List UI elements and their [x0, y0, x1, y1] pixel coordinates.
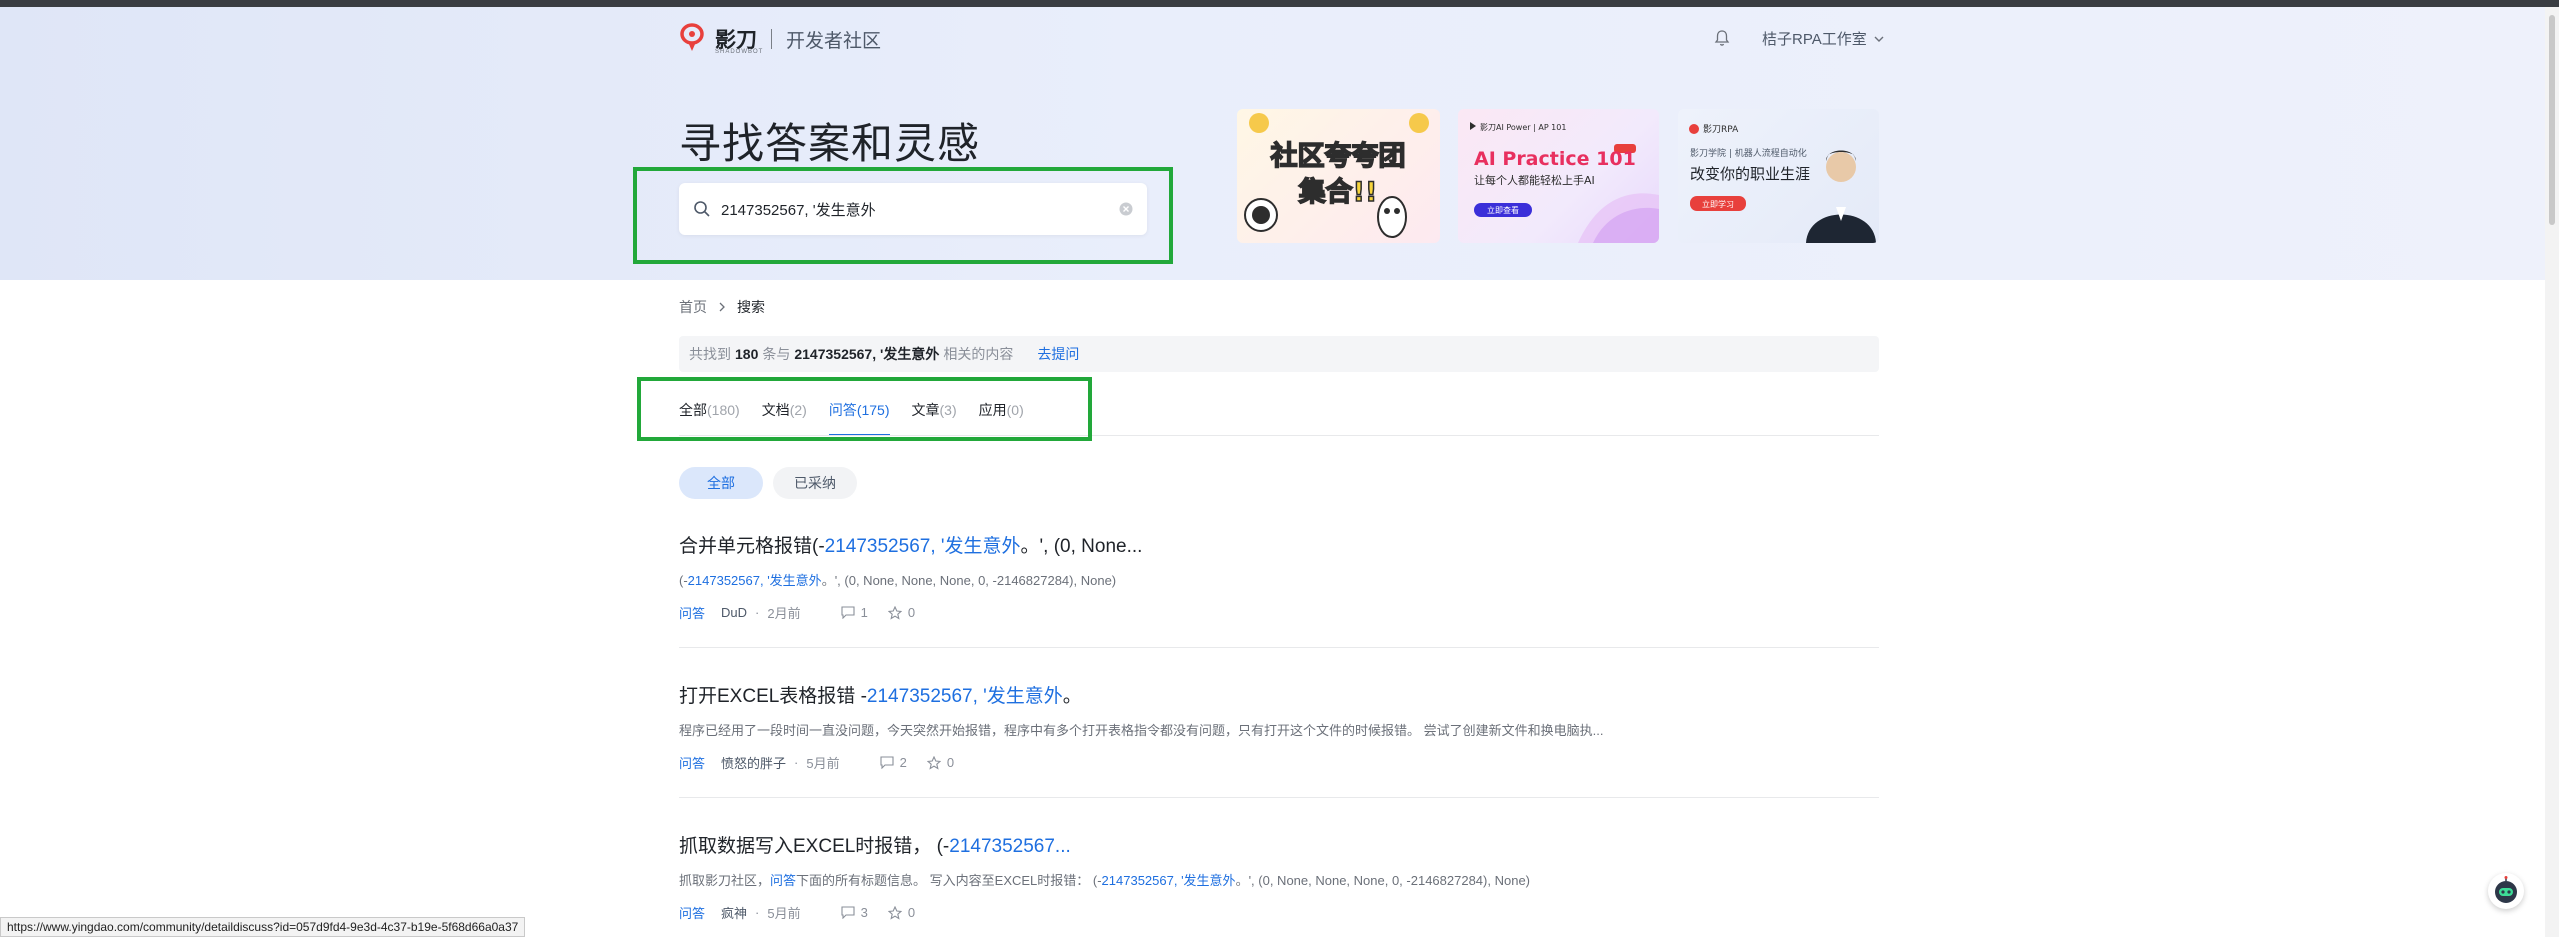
- result-summary: 程序已经用了一段时间一直没问题，今天突然开始报错，程序中有多个打开表格指令都没有…: [679, 723, 1604, 738]
- result-suffix: 相关的内容: [943, 346, 1014, 362]
- result-type-tag[interactable]: 问答: [679, 753, 705, 772]
- window-top-border: [0, 0, 2559, 7]
- result-divider: [679, 647, 1879, 648]
- logo-subtext: SHADOWBOT: [715, 49, 764, 55]
- result-title[interactable]: 抓取数据写入EXCEL时报错， (-2147352567...: [679, 831, 1879, 858]
- result-item-3: 抓取数据写入EXCEL时报错， (-2147352567... 抓取影刀社区，问…: [679, 831, 1879, 922]
- banner-ai-subtitle: 让每个人都能轻松上手AI: [1474, 173, 1595, 187]
- tabs-highlight-box: [637, 377, 1092, 441]
- result-meta: 问答 DuD · 2月前 1 0: [679, 603, 916, 622]
- result-author[interactable]: DuD: [721, 605, 747, 620]
- result-item-2: 打开EXCEL表格报错 -2147352567, '发生意外。 程序已经用了一段…: [679, 681, 1879, 772]
- status-bar-url: https://www.yingdao.com/community/detail…: [0, 917, 526, 937]
- result-prefix: 共找到: [689, 346, 731, 362]
- banner-rpa-career[interactable]: 影刀RPA 影刀学院 | 机器人流程自动化 改变你的职业生涯 立即学习: [1678, 109, 1879, 243]
- star-count[interactable]: 0: [887, 905, 915, 920]
- banner-rpa-cta: 立即学习: [1702, 199, 1734, 209]
- search-highlight-box: [633, 167, 1173, 264]
- result-summary: 抓取影刀社区，问答下面的所有标题信息。 写入内容至EXCEL时报错： (-214…: [679, 873, 1530, 888]
- filter-adopted-button[interactable]: 已采纳: [773, 467, 857, 499]
- comment-count[interactable]: 1: [841, 605, 868, 620]
- banner-ai-practice[interactable]: 影刀AI Power | AP 101 AI Practice 101 让每个人…: [1458, 109, 1659, 243]
- banner-ai-title: AI Practice 101: [1474, 148, 1636, 170]
- banner-rpa-line1: 影刀学院 | 机器人流程自动化: [1690, 147, 1807, 159]
- comment-icon: [880, 756, 894, 769]
- community-label: 开发者社区: [786, 30, 882, 52]
- result-author[interactable]: 疯神: [721, 903, 747, 922]
- banner-ai-cta: 立即查看: [1487, 205, 1519, 215]
- chevron-right-icon: [719, 302, 725, 312]
- hero-title: 寻找答案和灵感: [679, 120, 981, 167]
- result-count: 180: [735, 346, 759, 362]
- result-mid: 条与: [762, 346, 791, 362]
- banner-ai-art: 影刀AI Power | AP 101 AI Practice 101 让每个人…: [1470, 122, 1659, 243]
- result-divider: [679, 797, 1879, 798]
- comment-icon: [841, 906, 855, 919]
- breadcrumb: 首页 搜索: [679, 297, 765, 317]
- star-count[interactable]: 0: [887, 605, 915, 620]
- banner-rpa-line2: 改变你的职业生涯: [1690, 165, 1810, 183]
- comment-count[interactable]: 3: [841, 905, 868, 920]
- result-title[interactable]: 合并单元格报错(-2147352567, '发生意外。', (0, None..…: [679, 531, 1879, 558]
- logo-divider: [771, 29, 772, 49]
- banner-ai-brand: 影刀AI Power | AP 101: [1480, 122, 1566, 132]
- result-type-tag[interactable]: 问答: [679, 603, 705, 622]
- help-bot-button[interactable]: [2488, 873, 2524, 909]
- result-author[interactable]: 愤怒的胖子: [721, 753, 786, 772]
- filter-all-button[interactable]: 全部: [679, 467, 763, 499]
- user-name: 桔子RPA工作室: [1762, 31, 1867, 48]
- banner-community-praise[interactable]: 社区夸夸团 集合!!: [1237, 109, 1440, 243]
- result-time: 2月前: [767, 606, 801, 621]
- result-summary: (-2147352567, '发生意外。', (0, None, None, N…: [679, 573, 1117, 588]
- breadcrumb-current: 搜索: [737, 299, 765, 315]
- ask-question-link[interactable]: 去提问: [1037, 344, 1079, 364]
- comment-icon: [841, 606, 855, 619]
- breadcrumb-home[interactable]: 首页: [679, 297, 707, 317]
- banner-praise-line1: 社区夸夸团: [1271, 140, 1406, 172]
- page-scrollbar[interactable]: [2545, 7, 2559, 937]
- banner-rpa-brand: 影刀RPA: [1703, 124, 1739, 135]
- banner-praise-art: 社区夸夸团 集合!!: [1244, 113, 1429, 238]
- robot-icon: [2495, 876, 2517, 903]
- result-summary-bar: 共找到 180 条与 2147352567, '发生意外 相关的内容 去提问: [679, 336, 1879, 372]
- bell-icon[interactable]: [1713, 29, 1731, 47]
- site-logo[interactable]: 影刀 SHADOWBOT 开发者社区: [679, 22, 881, 56]
- chevron-down-icon: [1874, 36, 1884, 42]
- banner-praise-line2: 集合!!: [1298, 176, 1378, 208]
- result-meta: 问答 愤怒的胖子 · 5月前 2 0: [679, 753, 955, 772]
- result-item-1: 合并单元格报错(-2147352567, '发生意外。', (0, None..…: [679, 531, 1879, 622]
- star-icon: [887, 905, 902, 920]
- result-time: 5月前: [806, 756, 840, 771]
- result-time: 5月前: [767, 906, 801, 921]
- yingdao-logo-icon: [679, 23, 709, 55]
- result-meta: 问答 疯神 · 5月前 3 0: [679, 903, 916, 922]
- star-icon: [887, 605, 902, 620]
- star-count[interactable]: 0: [926, 755, 954, 770]
- comment-count[interactable]: 2: [880, 755, 907, 770]
- result-type-tag[interactable]: 问答: [679, 903, 705, 922]
- star-icon: [926, 755, 941, 770]
- result-title[interactable]: 打开EXCEL表格报错 -2147352567, '发生意外。: [679, 681, 1879, 708]
- result-keyword: 2147352567, '发生意外: [794, 346, 940, 362]
- scrollbar-thumb[interactable]: [2549, 15, 2555, 225]
- user-menu[interactable]: 桔子RPA工作室: [1762, 28, 1885, 49]
- banner-rpa-art: 影刀RPA 影刀学院 | 机器人流程自动化 改变你的职业生涯 立即学习: [1689, 124, 1876, 243]
